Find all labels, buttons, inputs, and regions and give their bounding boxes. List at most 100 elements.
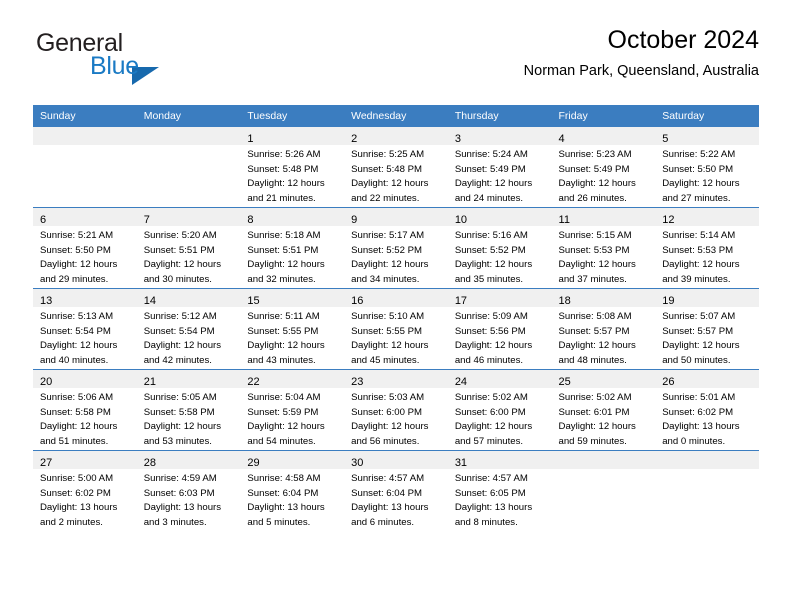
calendar-day-cell[interactable]: 31 Sunrise: 4:57 AM Sunset: 6:05 PM Dayligh… bbox=[447, 450, 552, 531]
sunrise-text: Sunrise: 4:59 AM bbox=[143, 473, 217, 484]
day-cell-inner: 24 Sunrise: 5:02 AM Sunset: 6:00 PM Dayligh… bbox=[447, 370, 552, 450]
day-cell-inner bbox=[136, 127, 241, 207]
day-cell-inner: 25 Sunrise: 5:02 AM Sunset: 6:01 PM Dayligh… bbox=[551, 370, 656, 450]
day-cell-details: Sunrise: 5:20 AM Sunset: 5:51 PM Daylight:… bbox=[137, 226, 241, 287]
sunrise-text: Sunrise: 5:05 AM bbox=[143, 392, 217, 403]
calendar-day-cell[interactable]: 12 Sunrise: 5:14 AM Sunset: 5:53 PM Dayligh… bbox=[655, 207, 759, 289]
day-cell-inner: 13 Sunrise: 5:13 AM Sunset: 5:54 PM Dayligh… bbox=[33, 289, 137, 369]
daylight-text-line2: and 0 minutes. bbox=[662, 435, 726, 447]
sunset-text: Sunset: 5:54 PM bbox=[40, 325, 111, 337]
calendar-day-cell[interactable]: 22 Sunrise: 5:04 AM Sunset: 5:59 PM Dayligh… bbox=[240, 369, 345, 451]
calendar-day-cell[interactable]: 16 Sunrise: 5:10 AM Sunset: 5:55 PM Dayligh… bbox=[344, 288, 448, 370]
day-number: 9 bbox=[351, 214, 358, 226]
day-cell-inner: 4 Sunrise: 5:23 AM Sunset: 5:49 PM Daylight… bbox=[551, 127, 656, 207]
sunrise-text: Sunrise: 5:08 AM bbox=[558, 311, 632, 322]
calendar-day-cell[interactable]: 20 Sunrise: 5:06 AM Sunset: 5:58 PM Dayligh… bbox=[33, 369, 137, 451]
calendar-day-cell[interactable]: 18 Sunrise: 5:08 AM Sunset: 5:57 PM Dayligh… bbox=[551, 288, 656, 370]
day-number-band: 26 bbox=[655, 370, 759, 388]
sunset-text: Sunset: 5:51 PM bbox=[143, 244, 215, 256]
day-number-band: 10 bbox=[447, 208, 552, 226]
day-number: 4 bbox=[558, 133, 565, 145]
calendar-day-cell-empty bbox=[136, 127, 241, 208]
calendar-day-cell[interactable]: 29 Sunrise: 4:58 AM Sunset: 6:04 PM Dayligh… bbox=[240, 450, 345, 531]
day-number-band: 12 bbox=[655, 208, 759, 226]
calendar-day-cell[interactable]: 6 Sunrise: 5:21 AM Sunset: 5:50 PM Daylight… bbox=[33, 207, 137, 289]
sunrise-text: Sunrise: 5:21 AM bbox=[40, 230, 114, 241]
day-number-band: 24 bbox=[447, 370, 552, 388]
calendar-day-cell[interactable]: 14 Sunrise: 5:12 AM Sunset: 5:54 PM Dayligh… bbox=[136, 288, 241, 370]
daylight-text-line1: Daylight: 13 hours bbox=[662, 421, 740, 433]
day-cell-inner: 21 Sunrise: 5:05 AM Sunset: 5:58 PM Dayligh… bbox=[136, 370, 241, 450]
sunrise-text: Sunrise: 5:01 AM bbox=[662, 392, 736, 403]
day-number-band bbox=[33, 127, 137, 145]
calendar-day-cell[interactable]: 19 Sunrise: 5:07 AM Sunset: 5:57 PM Dayligh… bbox=[655, 288, 759, 370]
weekday-header-wednesday: Wednesday bbox=[344, 105, 448, 127]
page-subtitle: Norman Park, Queensland, Australia bbox=[523, 62, 759, 79]
day-cell-details: Sunrise: 5:15 AM Sunset: 5:53 PM Daylight:… bbox=[552, 226, 656, 287]
calendar-day-cell[interactable]: 5 Sunrise: 5:22 AM Sunset: 5:50 PM Daylight… bbox=[655, 127, 759, 208]
day-cell-details: Sunrise: 5:02 AM Sunset: 6:01 PM Daylight:… bbox=[552, 388, 656, 449]
daylight-text-line1: Daylight: 12 hours bbox=[351, 178, 429, 190]
calendar-day-cell[interactable]: 17 Sunrise: 5:09 AM Sunset: 5:56 PM Dayligh… bbox=[447, 288, 552, 370]
daylight-text-line1: Daylight: 12 hours bbox=[454, 421, 533, 433]
calendar-body: 1 Sunrise: 5:26 AM Sunset: 5:48 PM Daylight… bbox=[33, 127, 759, 531]
sunrise-text: Sunrise: 5:09 AM bbox=[454, 311, 528, 322]
day-cell-details: Sunrise: 5:10 AM Sunset: 5:55 PM Daylight:… bbox=[344, 307, 448, 368]
day-number: 24 bbox=[454, 376, 468, 388]
day-cell-inner: 22 Sunrise: 5:04 AM Sunset: 5:59 PM Dayligh… bbox=[240, 370, 345, 450]
calendar-day-cell[interactable]: 15 Sunrise: 5:11 AM Sunset: 5:55 PM Dayligh… bbox=[240, 288, 345, 370]
brand-name-blue: Blue bbox=[90, 52, 139, 80]
calendar-day-cell[interactable]: 25 Sunrise: 5:02 AM Sunset: 6:01 PM Dayligh… bbox=[551, 369, 656, 451]
day-number-band: 5 bbox=[655, 127, 759, 145]
sunrise-text: Sunrise: 5:11 AM bbox=[247, 311, 320, 322]
calendar-day-cell[interactable]: 3 Sunrise: 5:24 AM Sunset: 5:49 PM Daylight… bbox=[447, 127, 552, 208]
daylight-text-line1: Daylight: 12 hours bbox=[40, 259, 118, 271]
calendar-day-cell[interactable]: 9 Sunrise: 5:17 AM Sunset: 5:52 PM Daylight… bbox=[344, 207, 448, 289]
sunset-text: Sunset: 5:58 PM bbox=[143, 406, 215, 418]
calendar-day-cell[interactable]: 8 Sunrise: 5:18 AM Sunset: 5:51 PM Daylight… bbox=[240, 207, 345, 289]
calendar-day-cell[interactable]: 26 Sunrise: 5:01 AM Sunset: 6:02 PM Dayligh… bbox=[655, 369, 759, 451]
day-number-band: 17 bbox=[447, 289, 552, 307]
calendar-day-cell[interactable]: 2 Sunrise: 5:25 AM Sunset: 5:48 PM Daylight… bbox=[344, 127, 448, 208]
daylight-text-line2: and 3 minutes. bbox=[143, 516, 207, 528]
sunrise-text: Sunrise: 5:23 AM bbox=[558, 149, 632, 160]
day-number-band bbox=[136, 127, 241, 145]
daylight-text-line2: and 43 minutes. bbox=[247, 354, 316, 366]
calendar-day-cell[interactable]: 28 Sunrise: 4:59 AM Sunset: 6:03 PM Dayligh… bbox=[136, 450, 241, 531]
calendar-day-cell[interactable]: 23 Sunrise: 5:03 AM Sunset: 6:00 PM Dayligh… bbox=[344, 369, 448, 451]
day-cell-details: Sunrise: 5:23 AM Sunset: 5:49 PM Daylight:… bbox=[552, 145, 656, 206]
sunset-text: Sunset: 5:57 PM bbox=[558, 325, 630, 337]
daylight-text-line2: and 48 minutes. bbox=[558, 354, 627, 366]
sunrise-text: Sunrise: 4:57 AM bbox=[351, 473, 425, 484]
day-number: 21 bbox=[143, 376, 156, 388]
calendar-day-cell[interactable]: 11 Sunrise: 5:15 AM Sunset: 5:53 PM Dayligh… bbox=[551, 207, 656, 289]
day-number: 2 bbox=[351, 133, 358, 145]
daylight-text-line1: Daylight: 12 hours bbox=[351, 340, 429, 352]
weekday-header-saturday: Saturday bbox=[655, 105, 759, 127]
sunset-text: Sunset: 5:52 PM bbox=[454, 244, 526, 256]
day-number: 30 bbox=[351, 457, 364, 469]
calendar-day-cell[interactable]: 1 Sunrise: 5:26 AM Sunset: 5:48 PM Daylight… bbox=[240, 127, 345, 208]
page-title: October 2024 bbox=[607, 26, 760, 54]
calendar-day-cell[interactable]: 10 Sunrise: 5:16 AM Sunset: 5:52 PM Dayligh… bbox=[447, 207, 552, 289]
calendar-day-cell[interactable]: 4 Sunrise: 5:23 AM Sunset: 5:49 PM Daylight… bbox=[551, 127, 656, 208]
daylight-text-line2: and 57 minutes. bbox=[454, 435, 524, 447]
day-cell-details: Sunrise: 5:00 AM Sunset: 6:02 PM Daylight:… bbox=[33, 469, 137, 530]
calendar-week-row: 1 Sunrise: 5:26 AM Sunset: 5:48 PM Daylight… bbox=[33, 127, 759, 208]
calendar-day-cell[interactable]: 7 Sunrise: 5:20 AM Sunset: 5:51 PM Daylight… bbox=[136, 207, 241, 289]
calendar-day-cell[interactable]: 30 Sunrise: 4:57 AM Sunset: 6:04 PM Dayligh… bbox=[344, 450, 448, 531]
sunrise-text: Sunrise: 5:04 AM bbox=[247, 392, 321, 403]
daylight-text-line1: Daylight: 13 hours bbox=[454, 502, 533, 514]
day-cell-inner: 26 Sunrise: 5:01 AM Sunset: 6:02 PM Dayligh… bbox=[655, 370, 759, 450]
daylight-text-line2: and 6 minutes. bbox=[351, 516, 415, 528]
day-number-band: 7 bbox=[136, 208, 241, 226]
daylight-text-line2: and 32 minutes. bbox=[247, 273, 316, 285]
day-number-band: 8 bbox=[240, 208, 345, 226]
sunset-text: Sunset: 5:50 PM bbox=[40, 244, 111, 256]
calendar-day-cell[interactable]: 21 Sunrise: 5:05 AM Sunset: 5:58 PM Dayligh… bbox=[136, 369, 241, 451]
calendar-day-cell[interactable]: 27 Sunrise: 5:00 AM Sunset: 6:02 PM Dayligh… bbox=[33, 450, 137, 531]
calendar-week-row: 13 Sunrise: 5:13 AM Sunset: 5:54 PM Dayligh… bbox=[33, 288, 759, 370]
calendar-day-cell[interactable]: 13 Sunrise: 5:13 AM Sunset: 5:54 PM Dayligh… bbox=[33, 288, 137, 370]
day-cell-inner: 31 Sunrise: 4:57 AM Sunset: 6:05 PM Dayligh… bbox=[447, 451, 552, 531]
calendar-day-cell[interactable]: 24 Sunrise: 5:02 AM Sunset: 6:00 PM Dayligh… bbox=[447, 369, 552, 451]
